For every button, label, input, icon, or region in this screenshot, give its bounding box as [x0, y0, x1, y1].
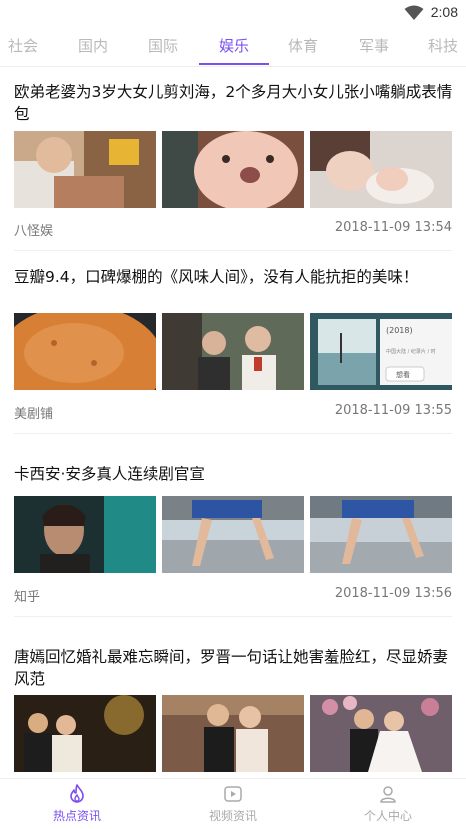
- active-tab-indicator: [199, 63, 269, 65]
- video-icon: [224, 786, 242, 802]
- news-thumbnail: [162, 131, 304, 208]
- nav-video-news[interactable]: 视频资讯: [183, 783, 283, 829]
- tab-sports[interactable]: 体育: [273, 35, 333, 56]
- tab-entertainment[interactable]: 娱乐: [204, 35, 264, 56]
- news-source: 八怪娱: [14, 224, 54, 239]
- news-thumbnail: [162, 313, 304, 390]
- news-item[interactable]: 卡西安·安多真人连续剧官宣 知乎 2018-11-09 13:56: [0, 433, 466, 615]
- news-thumbnail: [14, 131, 156, 208]
- nav-label: 视频资讯: [208, 809, 257, 823]
- news-thumbnail: [310, 496, 452, 573]
- news-thumbnail: [14, 313, 156, 390]
- news-thumbnail: (2018) 中国大陆 / 纪录片 / 时 想看: [310, 313, 452, 390]
- news-thumbnails: [14, 496, 452, 573]
- news-thumbnail: [14, 496, 156, 573]
- poster-want-button: 想看: [396, 370, 410, 379]
- news-thumbnail: [162, 496, 304, 573]
- news-title: 唐嫣回忆婚礼最难忘瞬间，罗晋一句话让她害羞脸红，尽显娇妻风范: [14, 648, 449, 688]
- news-source: 美剧铺: [14, 407, 54, 422]
- news-time: 2018-11-09 13:55: [334, 403, 452, 418]
- news-time: 2018-11-09 13:54: [334, 220, 452, 235]
- news-item[interactable]: 豆瓣9.4，口碑爆棚的《风味人间》，没有人能抗拒的美味！ (2018) 中国大陆…: [0, 250, 466, 432]
- flame-icon: [70, 784, 84, 803]
- tab-military[interactable]: 军事: [344, 35, 404, 56]
- person-icon: [380, 786, 396, 803]
- status-bar: 2:08: [0, 0, 466, 26]
- news-title: 欧弟老婆为3岁大女儿剪刘海，2个多月大小女儿张小嘴躺成表情包: [14, 83, 453, 123]
- news-title: 豆瓣9.4，口碑爆棚的《风味人间》，没有人能抗拒的美味！: [14, 268, 419, 286]
- poster-info: 中国大陆 / 纪录片 / 时: [386, 348, 436, 355]
- news-thumbnails: [14, 131, 452, 208]
- news-time: 2018-11-09 13:56: [334, 586, 452, 601]
- news-item[interactable]: 欧弟老婆为3岁大女儿剪刘海，2个多月大小女儿张小嘴躺成表情包 八怪娱 2018-…: [0, 67, 466, 249]
- tab-domestic[interactable]: 国内: [63, 35, 123, 56]
- bottom-navigation: 热点资讯 视频资讯 个人中心: [0, 778, 466, 829]
- poster-year: (2018): [386, 326, 413, 335]
- nav-hot-news[interactable]: 热点资讯: [27, 783, 127, 829]
- news-thumbnail: [310, 695, 452, 772]
- wifi-icon: [404, 5, 424, 20]
- nav-label: 个人中心: [363, 809, 412, 823]
- news-title: 卡西安·安多真人连续剧官宣: [14, 465, 205, 483]
- tab-society[interactable]: 社会: [0, 35, 53, 56]
- tab-technology[interactable]: 科技: [413, 35, 466, 56]
- news-thumbnails: (2018) 中国大陆 / 纪录片 / 时 想看: [14, 313, 452, 390]
- nav-profile[interactable]: 个人中心: [338, 783, 438, 829]
- nav-label: 热点资讯: [52, 809, 101, 823]
- news-thumbnail: [310, 131, 452, 208]
- category-tabs: 社会 国内 国际 娱乐 体育 军事 科技: [0, 26, 466, 67]
- news-item[interactable]: 唐嫣回忆婚礼最难忘瞬间，罗晋一句话让她害羞脸红，尽显娇妻风范: [0, 616, 466, 778]
- news-thumbnail: [162, 695, 304, 772]
- news-source: 知乎: [14, 590, 41, 605]
- news-thumbnail: [14, 695, 156, 772]
- news-thumbnails: [14, 695, 452, 772]
- tab-international[interactable]: 国际: [133, 35, 193, 56]
- status-time: 2:08: [430, 4, 458, 20]
